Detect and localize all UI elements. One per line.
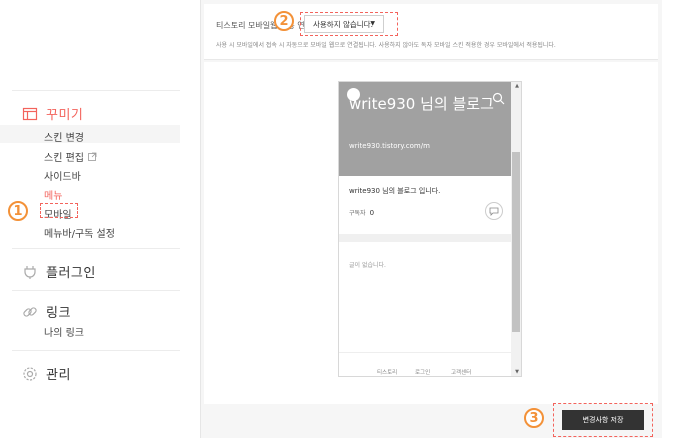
gear-icon [22, 366, 38, 382]
mobile-preview: write930 님의 블로그 write930.tistory.com/m w… [338, 81, 522, 377]
sidebar-item-skin-edit[interactable]: 스킨 편집 [44, 149, 97, 164]
preview-blog-header: write930 님의 블로그 write930.tistory.com/m [339, 82, 513, 176]
preview-footer-link-login[interactable]: 로그인 [415, 368, 430, 376]
sidebar-divider [12, 290, 180, 291]
preview-subscribers-count: 0 [369, 209, 375, 217]
sidebar-section-decorate-title: 꾸미기 [46, 108, 84, 123]
mobile-setting-label: 티스토리 모바일웹 자동 연결 [216, 21, 312, 30]
preview-blog-title: write930 님의 블로그 [349, 95, 494, 113]
external-link-icon [88, 152, 97, 161]
scroll-up-icon[interactable]: ▲ [515, 83, 519, 89]
sidebar-divider [12, 350, 180, 351]
plug-icon [22, 264, 38, 280]
preview-subscribers-label: 구독자 [349, 210, 366, 217]
layout-icon [22, 106, 38, 122]
highlight-select [300, 12, 398, 36]
scroll-down-icon[interactable]: ▼ [515, 369, 519, 375]
mobile-setting-help: 사용 시 모바일에서 접속 시 자동으로 모바일 웹으로 연결됩니다. 사용하지… [216, 42, 556, 49]
preview-blog-url: write930.tistory.com/m [349, 142, 430, 150]
sidebar-item-sidebar[interactable]: 사이드바 [44, 168, 81, 183]
sidebar-item-my-link[interactable]: 나의 링크 [44, 324, 84, 339]
sidebar-section-plugin-title: 플러그인 [46, 266, 96, 281]
sidebar-section-manage-title: 관리 [46, 368, 71, 383]
highlight-save-button [553, 403, 653, 437]
preview-scrollbar[interactable]: ▲ ▼ [511, 82, 521, 376]
preview-scrollbar-thumb[interactable] [512, 152, 520, 332]
step-badge-3: 3 [524, 408, 544, 428]
sidebar-item-label: 스킨 편집 [44, 153, 84, 164]
sidebar-item-skin-change[interactable]: 스킨 변경 [44, 129, 84, 144]
step-badge-2: 2 [274, 11, 294, 31]
sidebar-item-menu[interactable]: 메뉴 [44, 187, 62, 202]
preview-footer-link-support[interactable]: 고객센터 [451, 368, 471, 376]
preview-intro-text: write930 님의 블로그 입니다. [349, 187, 441, 195]
preview-subscribers: 구독자 0 [349, 208, 374, 217]
sidebar: 꾸미기 스킨 변경 스킨 편집 사이드바 메뉴 모바일 메뉴바/구독 설정 플러… [0, 0, 190, 438]
sidebar-item-menubar-subscribe[interactable]: 메뉴바/구독 설정 [44, 225, 115, 240]
preview-footer-link-tistory[interactable]: 티스토리 [377, 368, 397, 376]
sidebar-section-link[interactable]: 링크 [22, 302, 71, 321]
sidebar-item-active-bg [0, 125, 180, 143]
sidebar-section-manage[interactable]: 관리 [22, 364, 71, 383]
link-icon [22, 304, 38, 320]
highlight-mobile-menu [40, 203, 78, 218]
sidebar-divider [12, 90, 180, 91]
sidebar-divider [12, 248, 180, 249]
step-badge-1: 1 [8, 201, 28, 221]
settings-panel [204, 4, 658, 60]
preview-divider [339, 352, 513, 353]
preview-empty-text: 글이 없습니다. [349, 262, 386, 269]
chat-icon[interactable] [485, 202, 503, 220]
preview-divider [339, 234, 513, 242]
sidebar-section-decorate[interactable]: 꾸미기 [22, 104, 83, 123]
sidebar-section-plugin[interactable]: 플러그인 [22, 262, 96, 281]
sidebar-section-link-title: 링크 [46, 306, 71, 321]
